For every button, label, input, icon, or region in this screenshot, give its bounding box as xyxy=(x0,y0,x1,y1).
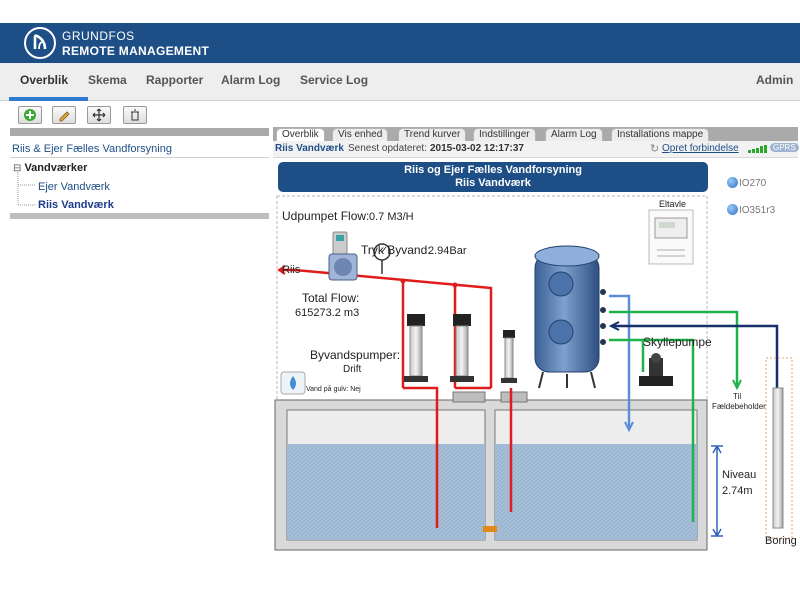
add-icon xyxy=(24,109,36,121)
brand-line-1: GRUNDFOS xyxy=(62,29,135,43)
eltavle-label: Eltavle xyxy=(659,199,687,209)
niveau-value: 2.74m xyxy=(722,485,753,497)
gprs-badge: GPRS xyxy=(770,143,799,152)
edit-icon xyxy=(59,111,70,122)
io-label-1: IO270 xyxy=(739,178,767,189)
flow-meter-icon xyxy=(328,231,358,281)
tab-indstillinger[interactable]: Indstillinger xyxy=(473,128,536,141)
borehole-icon xyxy=(765,357,793,539)
booster-pump-icon xyxy=(450,314,474,382)
status-row: Riis Vandværk Senest opdateret: 2015-03-… xyxy=(273,141,799,158)
nav-admin[interactable]: Admin xyxy=(756,73,793,87)
total-flow-label: Total Flow: xyxy=(302,291,360,305)
brand-line-2: REMOTE MANAGEMENT xyxy=(62,44,210,58)
tree-connector-lines xyxy=(17,172,35,206)
floor-water-sensor-icon xyxy=(280,371,306,395)
move-icon xyxy=(92,108,106,122)
main-nav: Overblik Skema Rapporter Alarm Log Servi… xyxy=(0,63,800,101)
grundfos-logo-icon xyxy=(24,27,56,59)
udpumpet-label: Udpumpet Flow: xyxy=(282,209,370,223)
tree-item-ejer[interactable]: Ejer Vandværk xyxy=(38,181,110,193)
nav-skema[interactable]: Skema xyxy=(88,73,127,87)
signal-strength-icon xyxy=(748,145,768,156)
add-button[interactable] xyxy=(18,106,42,124)
booster-pump-icon xyxy=(501,330,517,383)
tryk-value: 2.94Bar xyxy=(428,245,467,257)
skyllepumpe-label: Skyllepumpe xyxy=(643,335,712,349)
tab-installations-mappe[interactable]: Installations mappe xyxy=(611,128,710,141)
nav-rapporter[interactable]: Rapporter xyxy=(146,73,203,87)
electric-panel-icon xyxy=(648,209,694,265)
total-flow-value: 615273.2 m3 xyxy=(295,307,360,319)
site-name: Riis Vandværk xyxy=(275,143,344,154)
booster-pump-icon xyxy=(404,314,428,382)
left-panel-title: Riis & Ejer Fælles Vandforsyning xyxy=(10,141,269,158)
tab-vis-enhed[interactable]: Vis enhed xyxy=(332,128,389,141)
tree-item-riis[interactable]: Riis Vandværk xyxy=(38,199,114,211)
tab-trend-kurver[interactable]: Trend kurver xyxy=(398,128,467,141)
edit-button[interactable] xyxy=(52,106,76,124)
delete-button[interactable] xyxy=(123,106,147,124)
water-right xyxy=(495,444,697,540)
updated-value: 2015-03-02 12:17:37 xyxy=(430,143,524,154)
water-left xyxy=(287,444,485,540)
byvand-value: Drift xyxy=(343,364,362,375)
left-panel-footer-bar xyxy=(10,213,269,219)
riis-label: Riis xyxy=(282,264,301,276)
nav-alarm-log[interactable]: Alarm Log xyxy=(221,73,280,87)
app-root: GRUNDFOS REMOTE MANAGEMENT Overblik Skem… xyxy=(0,0,800,600)
nav-overblik[interactable]: Overblik xyxy=(20,73,68,87)
refresh-icon: ↻ xyxy=(650,143,660,155)
tab-overblik[interactable]: Overblik xyxy=(276,128,325,141)
left-panel-header-bar xyxy=(10,128,269,136)
tab-alarm-log[interactable]: Alarm Log xyxy=(545,128,603,141)
status-dot-icon xyxy=(727,177,738,188)
site-title-box: Riis og Ejer Fælles Vandforsyning Riis V… xyxy=(278,162,708,192)
updated-label: Senest opdateret: xyxy=(348,143,427,154)
byvand-label: Byvandspumper: xyxy=(310,348,401,362)
nav-service-log[interactable]: Service Log xyxy=(300,73,368,87)
io-status-1[interactable]: IO270 xyxy=(727,177,766,189)
title-line-2: Riis Vandværk xyxy=(455,177,531,189)
faeldebeholder-label: Fældebeholder xyxy=(712,402,766,411)
boring-label: Boring xyxy=(765,535,797,547)
delete-icon xyxy=(131,109,139,121)
nav-active-indicator xyxy=(9,97,88,101)
app-header: GRUNDFOS REMOTE MANAGEMENT xyxy=(0,23,800,63)
vand-paa-gulv-label: Vand på gulv: Nej xyxy=(306,386,361,393)
title-line-1: Riis og Ejer Fælles Vandforsyning xyxy=(404,164,582,176)
tryk-label: Tryk Byvand: xyxy=(361,243,431,257)
til-label: Til xyxy=(733,392,742,401)
niveau-label: Niveau xyxy=(722,469,757,481)
filter-tank-icon xyxy=(534,245,606,389)
connect-link[interactable]: Opret forbindelse xyxy=(662,143,739,154)
move-button[interactable] xyxy=(87,106,111,124)
udpumpet-value: 0.7 M3/H xyxy=(369,211,414,223)
